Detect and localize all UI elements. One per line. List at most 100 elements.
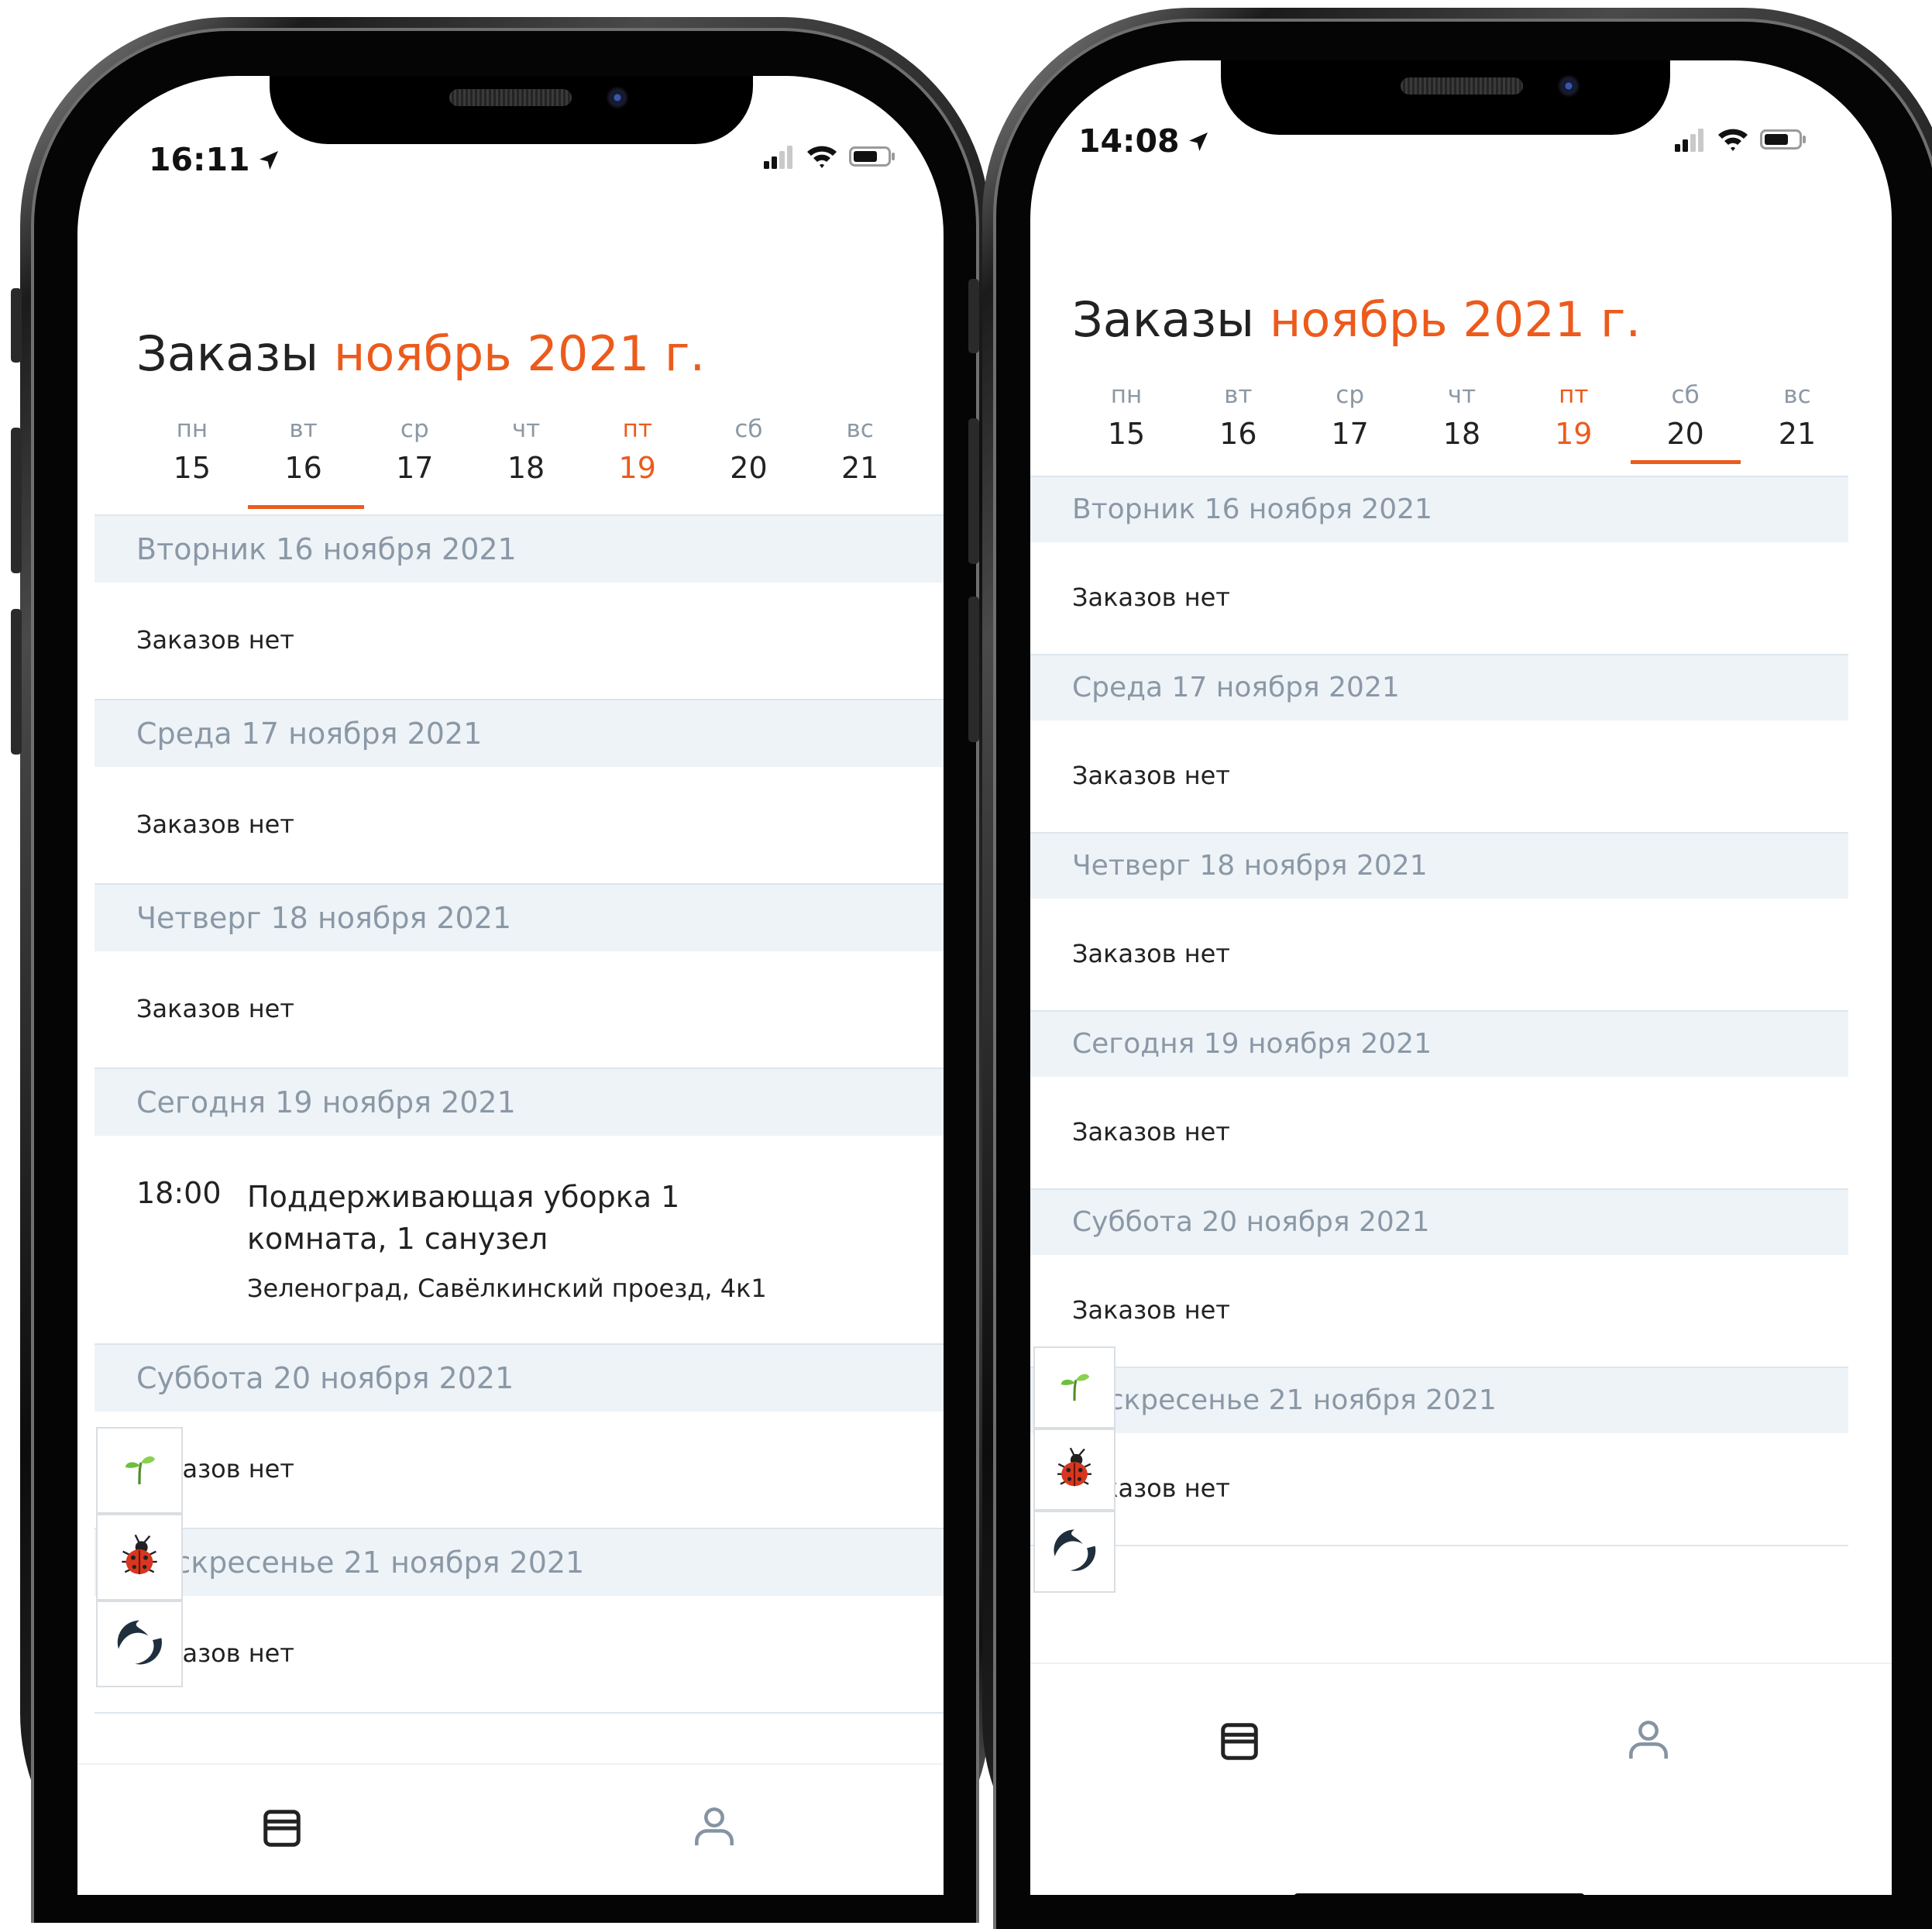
day-tab-date: 21 xyxy=(1778,417,1817,451)
swirl-logo-icon xyxy=(113,1616,166,1672)
day-tab[interactable]: вс 21 xyxy=(1743,381,1851,466)
status-time-text: 16:11 xyxy=(149,141,250,178)
status-icons xyxy=(1675,127,1808,155)
day-section-header: Сегодня 19 ноября 2021 xyxy=(95,1069,944,1136)
ladybug-tool-button[interactable] xyxy=(1033,1429,1116,1511)
empty-orders-text: Заказов нет xyxy=(95,767,944,885)
day-section-header: Вторник 16 ноября 2021 xyxy=(1030,477,1848,542)
profile-icon xyxy=(689,1807,739,1855)
day-tab-weekday: вс xyxy=(846,415,874,443)
orders-list: Вторник 16 ноября 2021 Заказов нет Среда 1… xyxy=(1030,476,1848,1546)
day-tab-date: 15 xyxy=(1107,417,1146,451)
screen-right: 14:08 Заказы ноябрь 2021 г. пн 15 вт 16 ср 17… xyxy=(1030,60,1892,1895)
day-tab-weekday: пт xyxy=(1559,381,1589,409)
tab-orders[interactable] xyxy=(1216,1718,1263,1768)
page-title-prefix: Заказы xyxy=(136,325,319,382)
notch xyxy=(270,76,753,144)
side-button xyxy=(968,597,979,742)
empty-orders-text: Заказов нет xyxy=(1030,899,1848,1012)
sprout-tool-button[interactable] xyxy=(96,1427,183,1514)
side-button xyxy=(968,279,979,353)
day-section-header: Суббота 20 ноября 2021 xyxy=(95,1345,944,1412)
order-address: Зеленоград, Савёлкинский проезд, 4к1 xyxy=(247,1274,767,1303)
day-tab-date: 16 xyxy=(1219,417,1257,451)
battery-icon xyxy=(1760,127,1808,155)
day-tab-weekday: вс xyxy=(1783,381,1811,409)
swirl-tool-button[interactable] xyxy=(96,1601,183,1687)
day-tab-weekday: пн xyxy=(1110,381,1143,409)
day-tab-weekday: вт xyxy=(289,415,318,443)
page-title-prefix: Заказы xyxy=(1072,291,1255,348)
day-tab[interactable]: сб 20 xyxy=(1630,381,1741,466)
day-section-header: Суббота 20 ноября 2021 xyxy=(1030,1190,1848,1255)
status-time: 16:11 xyxy=(149,141,281,181)
page-title: Заказы ноябрь 2021 г. xyxy=(136,325,705,382)
day-tab-weekday: сб xyxy=(734,415,763,443)
tab-bar xyxy=(1030,1663,1892,1895)
volume-down-button xyxy=(11,609,22,755)
day-tab-weekday: чт xyxy=(511,415,541,443)
day-tab-date: 21 xyxy=(841,451,879,485)
speaker-grille xyxy=(1401,77,1523,95)
order-item[interactable]: 18:00 Поддерживающая уборка 1 комната, 1 … xyxy=(95,1136,944,1345)
day-tab[interactable]: ср 17 xyxy=(359,415,470,508)
empty-orders-text: Заказов нет xyxy=(95,951,944,1069)
day-tab[interactable]: пн 15 xyxy=(1072,381,1181,466)
front-camera xyxy=(1557,74,1580,98)
orders-icon xyxy=(1216,1723,1263,1768)
swirl-tool-button[interactable] xyxy=(1033,1511,1116,1593)
day-tab[interactable]: чт 18 xyxy=(1408,381,1516,466)
profile-icon xyxy=(1624,1721,1673,1768)
order-title: Поддерживающая уборка 1 комната, 1 сануз… xyxy=(247,1180,680,1256)
day-section-header: Сегодня 19 ноября 2021 xyxy=(1030,1012,1848,1077)
speaker-grille xyxy=(449,89,572,106)
overlay-toolbar xyxy=(96,1427,183,1687)
screen-left: 16:11 Заказы ноябрь 2021 г. пн 15 вт 16 ср 17… xyxy=(77,76,944,1895)
day-tab-weekday: пт xyxy=(622,415,652,443)
day-tab[interactable]: пт 19 xyxy=(582,415,693,508)
day-tab[interactable]: вт 16 xyxy=(1184,381,1292,466)
tab-profile[interactable] xyxy=(689,1802,739,1855)
empty-orders-text: Заказов нет xyxy=(1030,720,1848,834)
selected-day-underline xyxy=(247,505,364,509)
status-time: 14:08 xyxy=(1078,122,1211,162)
silent-switch xyxy=(11,288,22,363)
page-title: Заказы ноябрь 2021 г. xyxy=(1072,291,1641,348)
day-tab[interactable]: вт 16 xyxy=(247,415,364,509)
battery-icon xyxy=(849,144,897,172)
day-tab-date: 15 xyxy=(173,451,211,485)
tab-bar xyxy=(77,1763,944,1895)
sprout-icon xyxy=(121,1450,158,1491)
orders-icon xyxy=(259,1810,305,1855)
day-tab[interactable]: сб 20 xyxy=(693,415,805,508)
day-tab-weekday: ср xyxy=(400,415,429,443)
swirl-logo-icon xyxy=(1050,1525,1099,1578)
day-tab[interactable]: ср 17 xyxy=(1296,381,1404,466)
day-tab-date: 18 xyxy=(507,451,545,485)
day-tab-date: 17 xyxy=(1331,417,1369,451)
ladybug-tool-button[interactable] xyxy=(96,1514,183,1601)
day-tab[interactable]: пн 15 xyxy=(136,415,248,508)
volume-up-button xyxy=(11,428,22,573)
sprout-tool-button[interactable] xyxy=(1033,1346,1116,1429)
location-arrow-icon xyxy=(256,143,281,181)
overlay-toolbar xyxy=(1033,1346,1116,1593)
day-tab[interactable]: чт 18 xyxy=(470,415,582,508)
tab-profile[interactable] xyxy=(1624,1715,1673,1768)
day-tab-date: 20 xyxy=(1666,417,1704,451)
day-tab-weekday: ср xyxy=(1336,381,1365,409)
day-tab-date: 16 xyxy=(284,451,322,485)
cellular-signal-icon xyxy=(1675,127,1706,155)
day-section-header: Четверг 18 ноября 2021 xyxy=(95,885,944,951)
ladybug-icon xyxy=(1050,1444,1098,1495)
notch xyxy=(1221,60,1670,135)
day-tab[interactable]: пт 19 xyxy=(1519,381,1628,466)
day-tab[interactable]: вс 21 xyxy=(804,415,916,508)
empty-orders-text: Заказов нет xyxy=(95,583,944,700)
wifi-icon xyxy=(806,144,838,172)
ladybug-icon xyxy=(115,1531,164,1583)
selected-day-underline xyxy=(1630,460,1741,464)
tab-orders[interactable] xyxy=(259,1805,305,1855)
day-section-header: Воскресенье 21 ноября 2021 xyxy=(95,1529,944,1596)
page-title-month: ноябрь 2021 г. xyxy=(1269,291,1642,348)
